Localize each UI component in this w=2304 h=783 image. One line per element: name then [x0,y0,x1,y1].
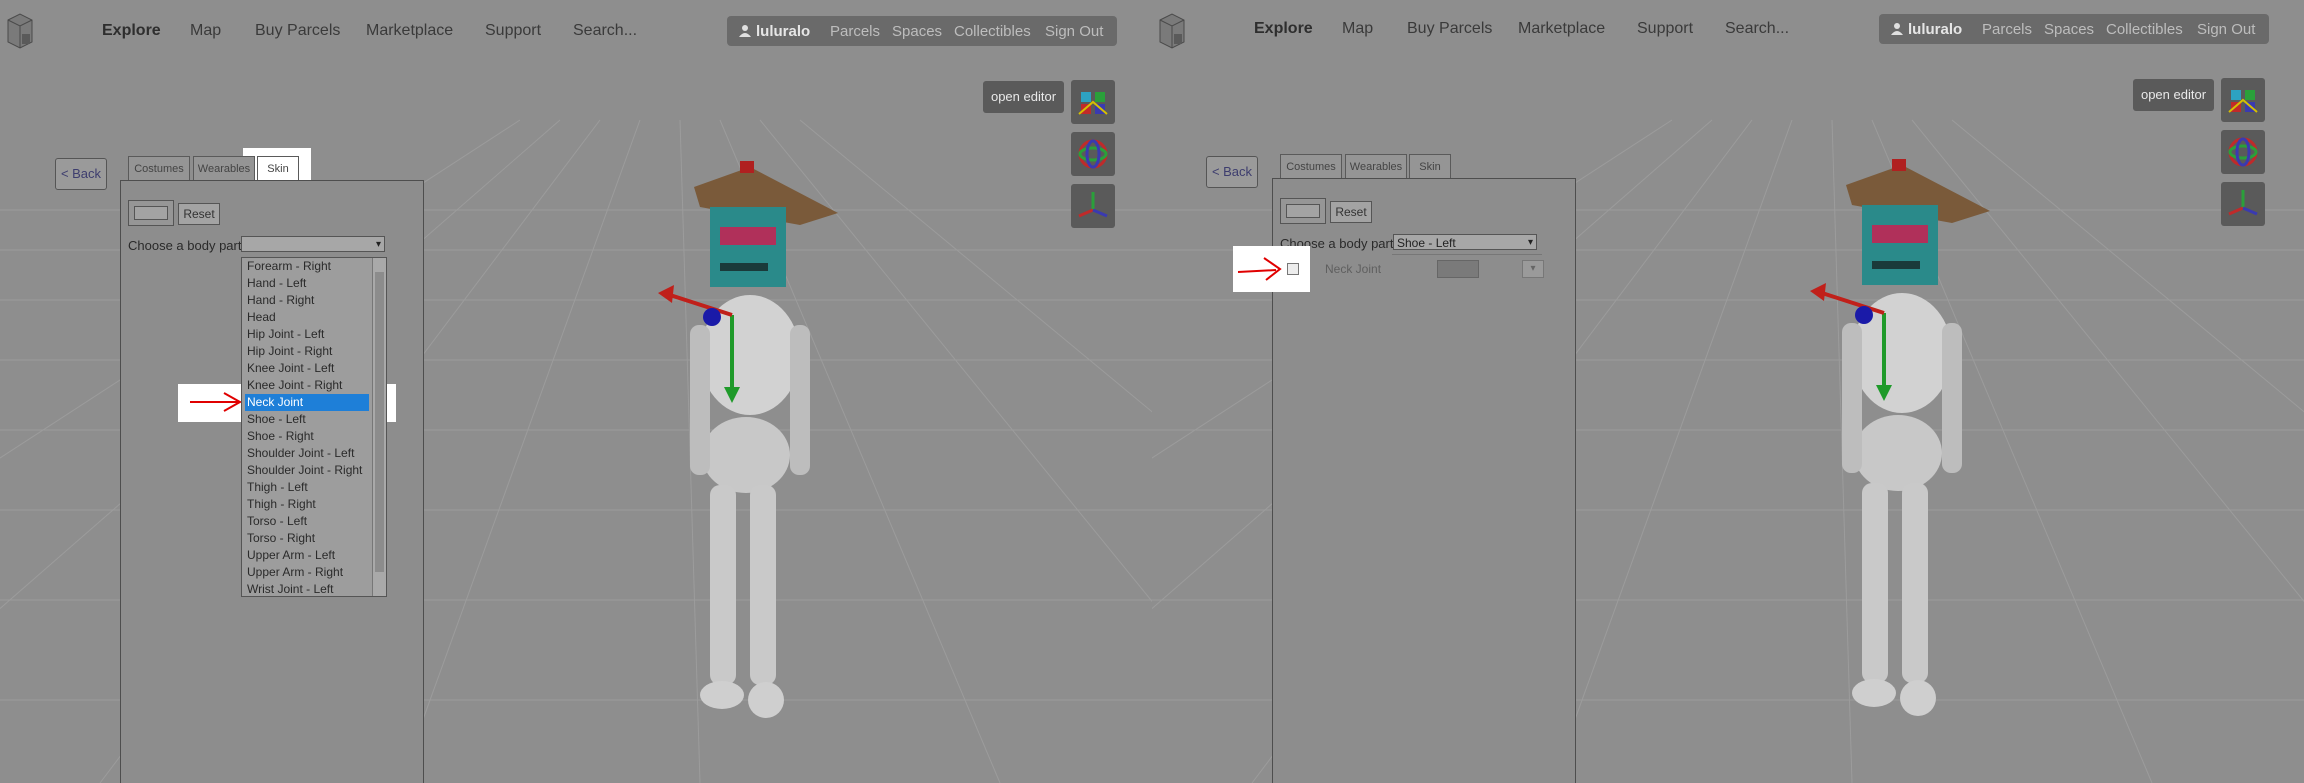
spaces-link[interactable]: Spaces [2044,21,2094,38]
move-gizmo-icon [2228,90,2258,113]
back-button[interactable]: < Back [55,158,107,190]
nav-map[interactable]: Map [190,22,221,40]
color-swatch[interactable] [1280,198,1326,224]
collectibles-link[interactable]: Collectibles [2106,21,2183,38]
dropdown-option[interactable]: Thigh - Right [245,496,369,513]
axes-gizmo-icon [1078,192,1108,218]
nav-map[interactable]: Map [1342,20,1373,38]
screenshot-panel-left: Explore Map Buy Parcels Marketplace Supp… [0,0,1152,783]
axes-gizmo-button[interactable] [2221,182,2265,226]
axes-gizmo-icon [2228,190,2258,216]
dropdown-option[interactable]: Head [245,309,369,326]
chevron-down-icon: ▾ [375,239,381,250]
parcels-link[interactable]: Parcels [830,23,880,40]
neck-joint-checkbox[interactable] [1287,263,1299,275]
dropdown-option[interactable]: Shoe - Left [245,411,369,428]
nav-buy-parcels[interactable]: Buy Parcels [1407,20,1492,38]
nav-explore[interactable]: Explore [1254,20,1313,38]
body-part-select[interactable]: Shoe - Left ▾ [1393,234,1537,250]
move-gizmo-button[interactable] [1071,80,1115,124]
rotate-gizmo-icon [2228,137,2258,167]
parcels-link[interactable]: Parcels [1982,21,2032,38]
dropdown-option[interactable]: Shoulder Joint - Right [245,462,369,479]
nav-explore[interactable]: Explore [102,22,161,40]
nav-marketplace[interactable]: Marketplace [366,22,453,40]
nav-support[interactable]: Support [1637,20,1693,38]
dropdown-option[interactable]: Hip Joint - Right [245,343,369,360]
collectibles-link[interactable]: Collectibles [954,23,1031,40]
skin-row-dropdown-button[interactable]: ▾ [1522,260,1544,278]
sign-out-link[interactable]: Sign Out [2197,21,2255,38]
tab-skin[interactable]: Skin [257,156,299,181]
user-menu-bar: luluralo Parcels Spaces Collectibles Sig… [727,16,1117,46]
nav-marketplace[interactable]: Marketplace [1518,20,1605,38]
open-editor-button[interactable]: open editor [983,81,1064,113]
nav-search[interactable]: Search... [573,22,637,40]
tab-wearables[interactable]: Wearables [193,156,255,181]
dropdown-option[interactable]: Shoulder Joint - Left [245,445,369,462]
user-icon [1891,23,1903,35]
color-swatch[interactable] [128,200,174,226]
dropdown-option[interactable]: Torso - Left [245,513,369,530]
move-gizmo-button[interactable] [2221,78,2265,122]
dropdown-option[interactable]: Knee Joint - Right [245,377,369,394]
nav-buy-parcels[interactable]: Buy Parcels [255,22,340,40]
username-link[interactable]: luluralo [756,23,810,40]
axes-gizmo-button[interactable] [1071,184,1115,228]
dropdown-scrollbar[interactable] [372,258,386,596]
avatar-model[interactable] [650,155,850,755]
back-button[interactable]: < Back [1206,156,1258,188]
reset-button[interactable]: Reset [1330,201,1372,223]
top-navigation: Explore Map Buy Parcels Marketplace Supp… [0,0,1152,64]
skin-row-color[interactable] [1437,260,1479,278]
dropdown-option[interactable]: Upper Arm - Right [245,564,369,581]
divider [1392,254,1542,255]
tab-wearables[interactable]: Wearables [1345,154,1407,179]
dropdown-option[interactable]: Shoe - Right [245,428,369,445]
voxels-logo-icon[interactable] [1158,12,1188,52]
tab-skin[interactable]: Skin [1409,154,1451,179]
dropdown-option[interactable]: Knee Joint - Left [245,360,369,377]
nav-support[interactable]: Support [485,22,541,40]
dropdown-option[interactable]: Upper Arm - Left [245,547,369,564]
user-menu-bar: luluralo Parcels Spaces Collectibles Sig… [1879,14,2269,44]
reset-button[interactable]: Reset [178,203,220,225]
dropdown-option[interactable]: Thigh - Left [245,479,369,496]
sign-out-link[interactable]: Sign Out [1045,23,1103,40]
scrollbar-thumb[interactable] [375,272,384,572]
rotate-gizmo-button[interactable] [2221,130,2265,174]
skin-row-label: Neck Joint [1325,262,1382,276]
rotate-gizmo-button[interactable] [1071,132,1115,176]
rotate-gizmo-icon [1078,139,1108,169]
dropdown-option[interactable]: Hand - Left [245,275,369,292]
body-part-label: Choose a body part [128,238,242,253]
body-part-dropdown: Forearm - Right Hand - Left Hand - Right… [241,257,387,597]
open-editor-button[interactable]: open editor [2133,79,2214,111]
screenshot-panel-right: Explore Map Buy Parcels Marketplace Supp… [1152,0,2304,783]
voxels-logo-icon[interactable] [6,12,36,52]
tab-costumes[interactable]: Costumes [128,156,190,181]
chevron-down-icon: ▾ [1527,237,1533,248]
top-navigation: Explore Map Buy Parcels Marketplace Supp… [1152,0,2304,64]
dropdown-option[interactable]: Hip Joint - Left [245,326,369,343]
dropdown-option[interactable]: Forearm - Right [245,258,369,275]
red-arrow-icon [190,392,243,412]
body-part-select-value: Shoe - Left [1397,236,1456,250]
dropdown-option[interactable]: Wrist Joint - Left [245,581,369,596]
user-icon [739,25,751,37]
dropdown-option[interactable]: Torso - Right [245,530,369,547]
tab-costumes[interactable]: Costumes [1280,154,1342,179]
dropdown-option-selected[interactable]: Neck Joint [245,394,369,411]
spaces-link[interactable]: Spaces [892,23,942,40]
dropdown-option[interactable]: Hand - Right [245,292,369,309]
move-gizmo-icon [1078,92,1108,115]
username-link[interactable]: luluralo [1908,21,1962,38]
nav-search[interactable]: Search... [1725,20,1789,38]
red-arrow-icon [1237,257,1282,281]
body-part-select[interactable]: ▾ [241,236,385,252]
avatar-model[interactable] [1802,153,2002,753]
